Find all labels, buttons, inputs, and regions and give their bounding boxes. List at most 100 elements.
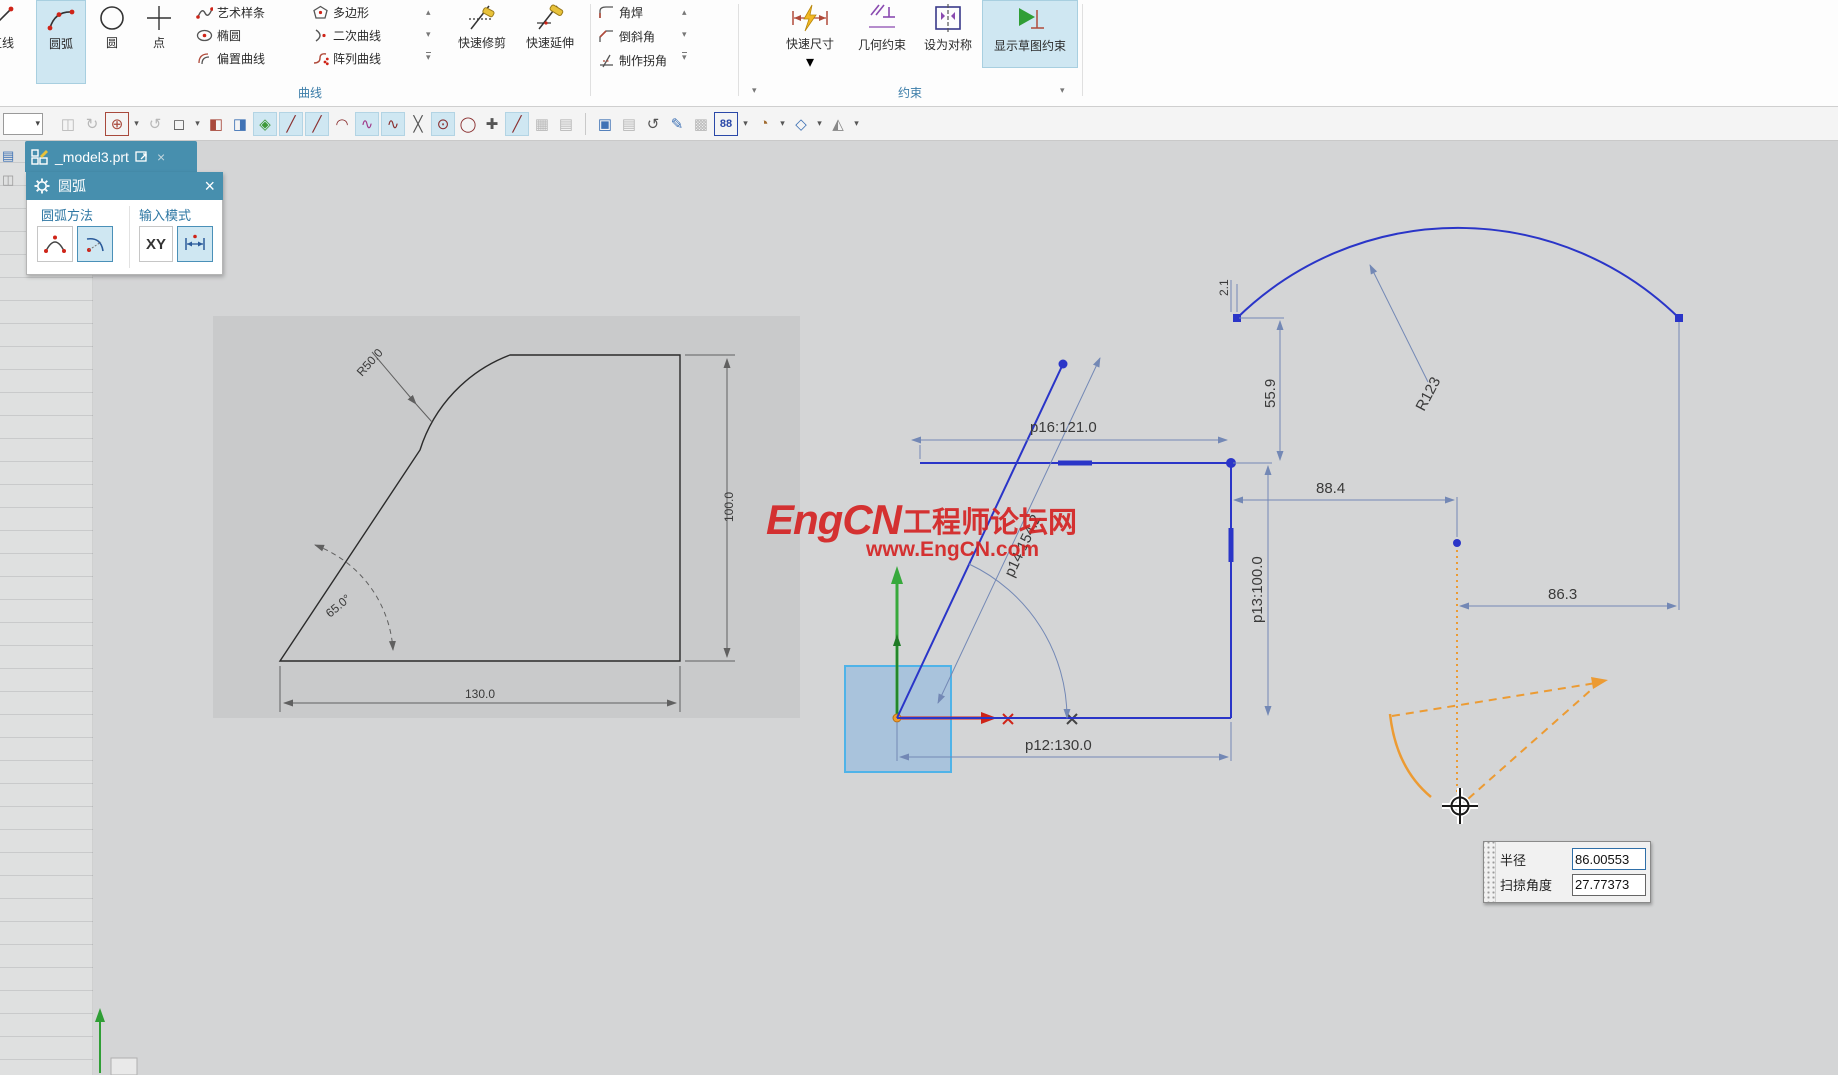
left-resource-strip (0, 140, 93, 1075)
point-icon (145, 0, 173, 36)
snap-midpoint-icon[interactable]: ╱ (305, 112, 329, 136)
part-tab[interactable]: _model3.prt × (25, 141, 197, 172)
sketch-curves[interactable] (897, 228, 1679, 718)
make-corner-button[interactable]: 制作拐角 (598, 50, 667, 71)
selection-scope-combo[interactable]: ▾ (3, 113, 43, 135)
circle-icon (98, 0, 126, 36)
group-scroll-up-icon[interactable]: ▴ (682, 8, 687, 17)
shaded-cube-icon[interactable]: ◧ (205, 113, 227, 135)
line-button[interactable]: 直线 (0, 0, 24, 72)
dim-86-3[interactable]: 86.3 (1548, 586, 1577, 603)
quick-extend-button[interactable]: 快速延伸 (518, 0, 582, 72)
constraint-group-dropdown-icon[interactable]: ▾ (1060, 86, 1065, 95)
group-scroll-up-icon[interactable]: ▴ (426, 8, 431, 17)
wireframe-cube-icon[interactable]: ◨ (229, 113, 251, 135)
input-mode-label: 输入模式 (139, 205, 191, 224)
sweep-angle-input[interactable]: 27.77373 (1572, 874, 1646, 896)
arc-dialog-header[interactable]: 圆弧 × (26, 172, 223, 200)
corner-weld-button[interactable]: 角焊 (598, 2, 643, 23)
chamfer-button[interactable]: 倒斜角 (598, 26, 655, 47)
dim-2-1[interactable]: 2.1 (1217, 279, 1231, 296)
sketch-viewport[interactable]: 130.0 100.0 65.0° R50.0 (0, 0, 1838, 1075)
point-button[interactable]: 点 (138, 0, 180, 72)
dim-55-9[interactable]: 55.9 (1262, 379, 1279, 408)
dim-p13[interactable]: p13:100.0 (1249, 556, 1266, 623)
display-sketch-constraints-button[interactable]: 显示草图约束 (982, 0, 1078, 68)
resource-bar-icon-1[interactable]: ▤ (2, 148, 14, 164)
dim-88-4[interactable]: 88.4 (1316, 480, 1345, 497)
group-more-icon[interactable]: ▾ (682, 52, 687, 62)
snap-endpoint-icon[interactable]: ╱ (279, 112, 303, 136)
quick-extend-icon (533, 0, 567, 36)
arc-center-button[interactable] (77, 226, 113, 262)
corner-weld-icon (598, 5, 615, 20)
render-style-icon[interactable]: ◔ (753, 113, 775, 135)
arc-dialog-close-icon[interactable]: × (204, 177, 215, 195)
dim-p16[interactable]: p16:121.0 (1030, 419, 1097, 436)
window-display-icon[interactable]: ▣ (594, 113, 616, 135)
input-box-drag-handle[interactable] (1484, 842, 1496, 902)
chamfer-icon (598, 29, 615, 44)
dropdown-caret[interactable]: ▾ (851, 113, 862, 135)
make-symmetric-button[interactable]: 设为对称 (917, 0, 979, 72)
resource-bar-icon-2[interactable]: ◫ (2, 172, 14, 188)
circle-button[interactable]: 圆 (90, 0, 134, 72)
part-tab-icon (31, 149, 49, 165)
spotlight-icon[interactable]: ◭ (827, 113, 849, 135)
snap-center-icon[interactable]: ⊙ (431, 112, 455, 136)
art-spline-button[interactable]: 艺术样条 (196, 2, 265, 23)
snap-enable-icon[interactable]: ◈ (253, 112, 277, 136)
dropdown-caret[interactable]: ▾ (131, 113, 142, 135)
snap-intersection-icon[interactable]: ╳ (407, 113, 429, 135)
toolbar-icons: ◫↻⊕▾↺◻▾◧◨◈╱╱◠∿∿╳⊙◯✚╱▦▤▣▤↺✎▩88▾◔▾◇▾◭▾ (57, 112, 862, 136)
scene-display-icon: ▤ (618, 113, 640, 135)
arc-three-point-icon (43, 233, 67, 255)
conic-button[interactable]: 二次曲线 (312, 25, 381, 46)
geometric-constraints-button[interactable]: 几何约束 (850, 0, 914, 72)
geometric-constraints-icon (865, 0, 899, 36)
view-cube-icon[interactable]: ◇ (790, 113, 812, 135)
quick-trim-button[interactable]: 快速修剪 (450, 0, 514, 72)
marquee-select-icon[interactable]: ◻ (168, 113, 190, 135)
group-more-icon[interactable]: ▾ (426, 52, 431, 62)
sweep-angle-label: 扫掠角度 (1500, 875, 1568, 894)
arc-icon (47, 1, 75, 37)
refresh-view-icon[interactable]: ↺ (642, 113, 664, 135)
input-mode-dimension-button[interactable] (177, 226, 213, 262)
offset-curve-button[interactable]: 偏置曲线 (196, 48, 265, 69)
dim-r123[interactable]: R123 (1413, 374, 1445, 414)
dim-p12[interactable]: p12:130.0 (1025, 737, 1092, 754)
snap-arc-icon[interactable]: ◠ (331, 113, 353, 135)
arc-dialog-title: 圆弧 (58, 176, 196, 196)
dropdown-caret[interactable]: ▾ (814, 113, 825, 135)
snap-curve-icon[interactable]: ∿ (381, 112, 405, 136)
group-scroll-down-icon[interactable]: ▾ (682, 30, 687, 39)
layer-settings-icon[interactable]: 88 (714, 112, 738, 136)
dropdown-caret[interactable]: ▾ (777, 113, 788, 135)
group-scroll-down-icon[interactable]: ▾ (426, 30, 431, 39)
input-mode-xy-button[interactable]: XY (139, 226, 173, 262)
line-icon (0, 0, 15, 36)
dropdown-caret[interactable]: ▾ (192, 113, 203, 135)
snap-tangent-icon[interactable]: ╱ (505, 112, 529, 136)
annotate-icon[interactable]: ✎ (666, 113, 688, 135)
part-tab-close-icon[interactable]: × (157, 149, 165, 165)
make-symmetric-icon (933, 0, 963, 36)
snap-point-icon[interactable]: ✚ (481, 113, 503, 135)
edit-group-dropdown-icon[interactable]: ▾ (752, 86, 757, 95)
show-hide-icon: ◫ (57, 113, 79, 135)
ellipse-button[interactable]: 椭圆 (196, 25, 241, 46)
polygon-button[interactable]: 多边形 (312, 2, 369, 23)
rapid-dimension-button[interactable]: 快速尺寸 ▾ (775, 0, 845, 72)
arc-three-point-button[interactable] (37, 226, 73, 262)
pattern-curve-button[interactable]: 阵列曲线 (312, 48, 381, 69)
radius-input[interactable]: 86.00553 (1572, 848, 1646, 870)
rapid-dimension-dropdown-icon[interactable]: ▾ (806, 52, 814, 72)
dropdown-caret[interactable]: ▾ (740, 113, 751, 135)
sketch-dimensions[interactable] (897, 265, 1679, 761)
arc-button[interactable]: 圆弧 (36, 0, 86, 84)
snap-spline-icon[interactable]: ∿ (355, 112, 379, 136)
snap-quadrant-icon[interactable]: ◯ (457, 113, 479, 135)
move-object-icon[interactable]: ⊕ (105, 112, 129, 136)
sketch-vertices (1059, 314, 1684, 547)
